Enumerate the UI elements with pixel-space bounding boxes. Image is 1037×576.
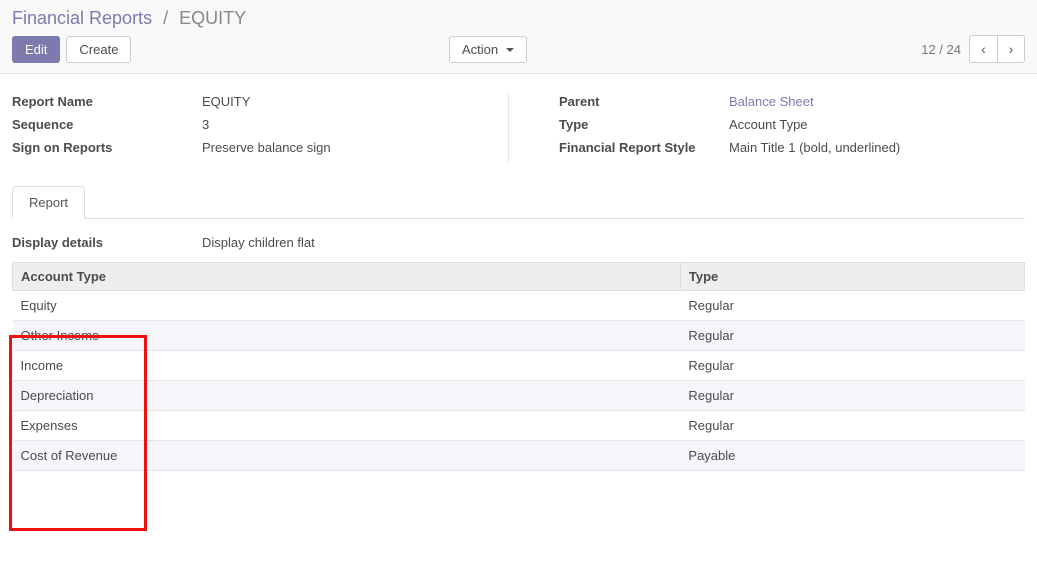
table-row[interactable]: Other IncomeRegular — [13, 321, 1025, 351]
cell-type: Regular — [680, 351, 1024, 381]
cell-account-type: Depreciation — [13, 381, 681, 411]
pager-prev-button[interactable]: ‹ — [969, 35, 997, 63]
form-sheet: Report Name EQUITY Sequence 3 Sign on Re… — [12, 94, 1025, 163]
cell-type: Regular — [680, 321, 1024, 351]
form-col-left: Report Name EQUITY Sequence 3 Sign on Re… — [12, 94, 478, 163]
cell-type: Regular — [680, 411, 1024, 441]
report-name-value: EQUITY — [202, 94, 478, 109]
pager: 12 / 24 ‹ › — [921, 35, 1025, 63]
tab-content: Display details Display children flat Ac… — [12, 219, 1025, 471]
create-button[interactable]: Create — [66, 36, 131, 63]
chevron-left-icon: ‹ — [981, 41, 986, 57]
type-value: Account Type — [729, 117, 1025, 132]
pager-next-button[interactable]: › — [997, 35, 1025, 63]
cell-account-type: Cost of Revenue — [13, 441, 681, 471]
table-row[interactable]: DepreciationRegular — [13, 381, 1025, 411]
cell-account-type: Income — [13, 351, 681, 381]
breadcrumb-current: EQUITY — [179, 8, 246, 28]
sign-label: Sign on Reports — [12, 140, 202, 155]
cell-type: Regular — [680, 291, 1024, 321]
chevron-right-icon: › — [1009, 41, 1014, 57]
cell-type: Payable — [680, 441, 1024, 471]
chevron-down-icon — [506, 48, 514, 52]
parent-label: Parent — [559, 94, 729, 109]
sequence-value: 3 — [202, 117, 478, 132]
breadcrumb-separator: / — [163, 8, 168, 28]
pager-text: 12 / 24 — [921, 42, 961, 57]
sign-value: Preserve balance sign — [202, 140, 478, 155]
action-dropdown[interactable]: Action — [449, 36, 527, 63]
display-details-label: Display details — [12, 235, 202, 250]
breadcrumb-parent-link[interactable]: Financial Reports — [12, 8, 152, 28]
cell-account-type: Expenses — [13, 411, 681, 441]
cell-account-type: Equity — [13, 291, 681, 321]
tab-report[interactable]: Report — [12, 186, 85, 219]
header-bar: Financial Reports / EQUITY Edit Create A… — [0, 0, 1037, 74]
table-row[interactable]: EquityRegular — [13, 291, 1025, 321]
table-row[interactable]: IncomeRegular — [13, 351, 1025, 381]
column-divider — [508, 94, 509, 163]
cell-type: Regular — [680, 381, 1024, 411]
account-type-table: Account Type Type EquityRegularOther Inc… — [12, 262, 1025, 471]
type-label: Type — [559, 117, 729, 132]
form-col-right: Parent Balance Sheet Type Account Type F… — [559, 94, 1025, 163]
col-account-type[interactable]: Account Type — [13, 263, 681, 291]
style-value: Main Title 1 (bold, underlined) — [729, 140, 1025, 155]
cell-account-type: Other Income — [13, 321, 681, 351]
display-details-value: Display children flat — [202, 235, 1025, 250]
style-label: Financial Report Style — [559, 140, 729, 155]
table-row[interactable]: Cost of RevenuePayable — [13, 441, 1025, 471]
report-name-label: Report Name — [12, 94, 202, 109]
parent-link[interactable]: Balance Sheet — [729, 94, 814, 109]
toolbar: Edit Create Action 12 / 24 ‹ › — [12, 35, 1025, 63]
table-row[interactable]: ExpensesRegular — [13, 411, 1025, 441]
action-label: Action — [462, 42, 498, 57]
edit-button[interactable]: Edit — [12, 36, 60, 63]
breadcrumb: Financial Reports / EQUITY — [12, 8, 1025, 29]
form-body: Report Name EQUITY Sequence 3 Sign on Re… — [0, 74, 1037, 471]
tabs: Report — [12, 185, 1025, 219]
sequence-label: Sequence — [12, 117, 202, 132]
col-type[interactable]: Type — [680, 263, 1024, 291]
